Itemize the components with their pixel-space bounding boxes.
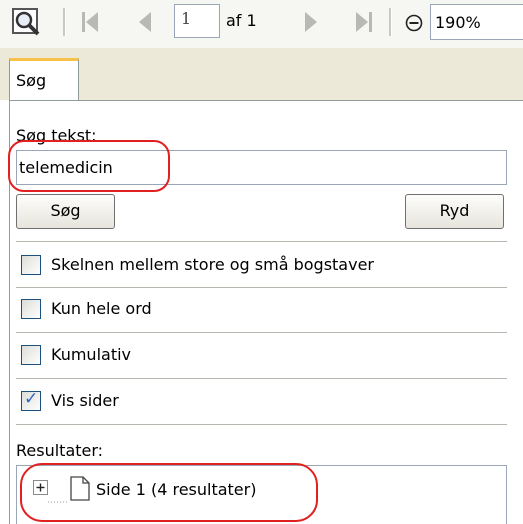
show-pages-label: Vis sider: [51, 391, 119, 410]
first-page-icon[interactable]: [80, 10, 102, 38]
page-document-icon: [70, 476, 90, 505]
results-label: Resultater:: [16, 441, 104, 460]
next-page-icon[interactable]: [302, 10, 320, 38]
tree-connector-icon: [48, 488, 68, 507]
whole-word-checkbox[interactable]: [21, 299, 41, 319]
tab-search[interactable]: Søg: [9, 58, 79, 101]
clear-button[interactable]: Ryd: [405, 194, 504, 229]
case-sensitive-label: Skelnen mellem store og små bogstaver: [51, 255, 374, 274]
prev-page-icon[interactable]: [136, 10, 154, 38]
toolbar-separator: [63, 8, 66, 36]
cumulative-checkbox[interactable]: [21, 345, 41, 365]
show-pages-checkbox[interactable]: ✓: [21, 389, 41, 411]
search-input[interactable]: telemedicin: [16, 150, 507, 185]
whole-word-label: Kun hele ord: [51, 299, 152, 318]
tab-search-label: Søg: [16, 71, 47, 90]
toolbar: 1 af 1 190%: [0, 0, 523, 48]
case-sensitive-checkbox[interactable]: [21, 255, 41, 275]
page-number-input[interactable]: 1: [174, 4, 220, 38]
toolbar-separator: [389, 8, 392, 36]
page-count-label: af 1: [226, 11, 257, 30]
last-page-icon[interactable]: [353, 10, 375, 38]
search-button[interactable]: Søg: [16, 194, 115, 229]
zoom-level-select[interactable]: 190%: [430, 4, 523, 40]
divider: [16, 332, 507, 333]
zoom-out-icon[interactable]: [405, 14, 423, 36]
find-icon[interactable]: [10, 6, 42, 42]
checkmark-icon: ✓: [24, 389, 39, 409]
divider: [16, 424, 507, 425]
divider: [16, 287, 507, 288]
result-item-label[interactable]: Side 1 (4 resultater): [96, 480, 256, 499]
divider: [16, 241, 507, 242]
search-text-label: Søg tekst:: [16, 126, 97, 145]
divider: [16, 378, 507, 379]
expand-icon[interactable]: [33, 480, 49, 500]
cumulative-label: Kumulativ: [51, 345, 131, 364]
